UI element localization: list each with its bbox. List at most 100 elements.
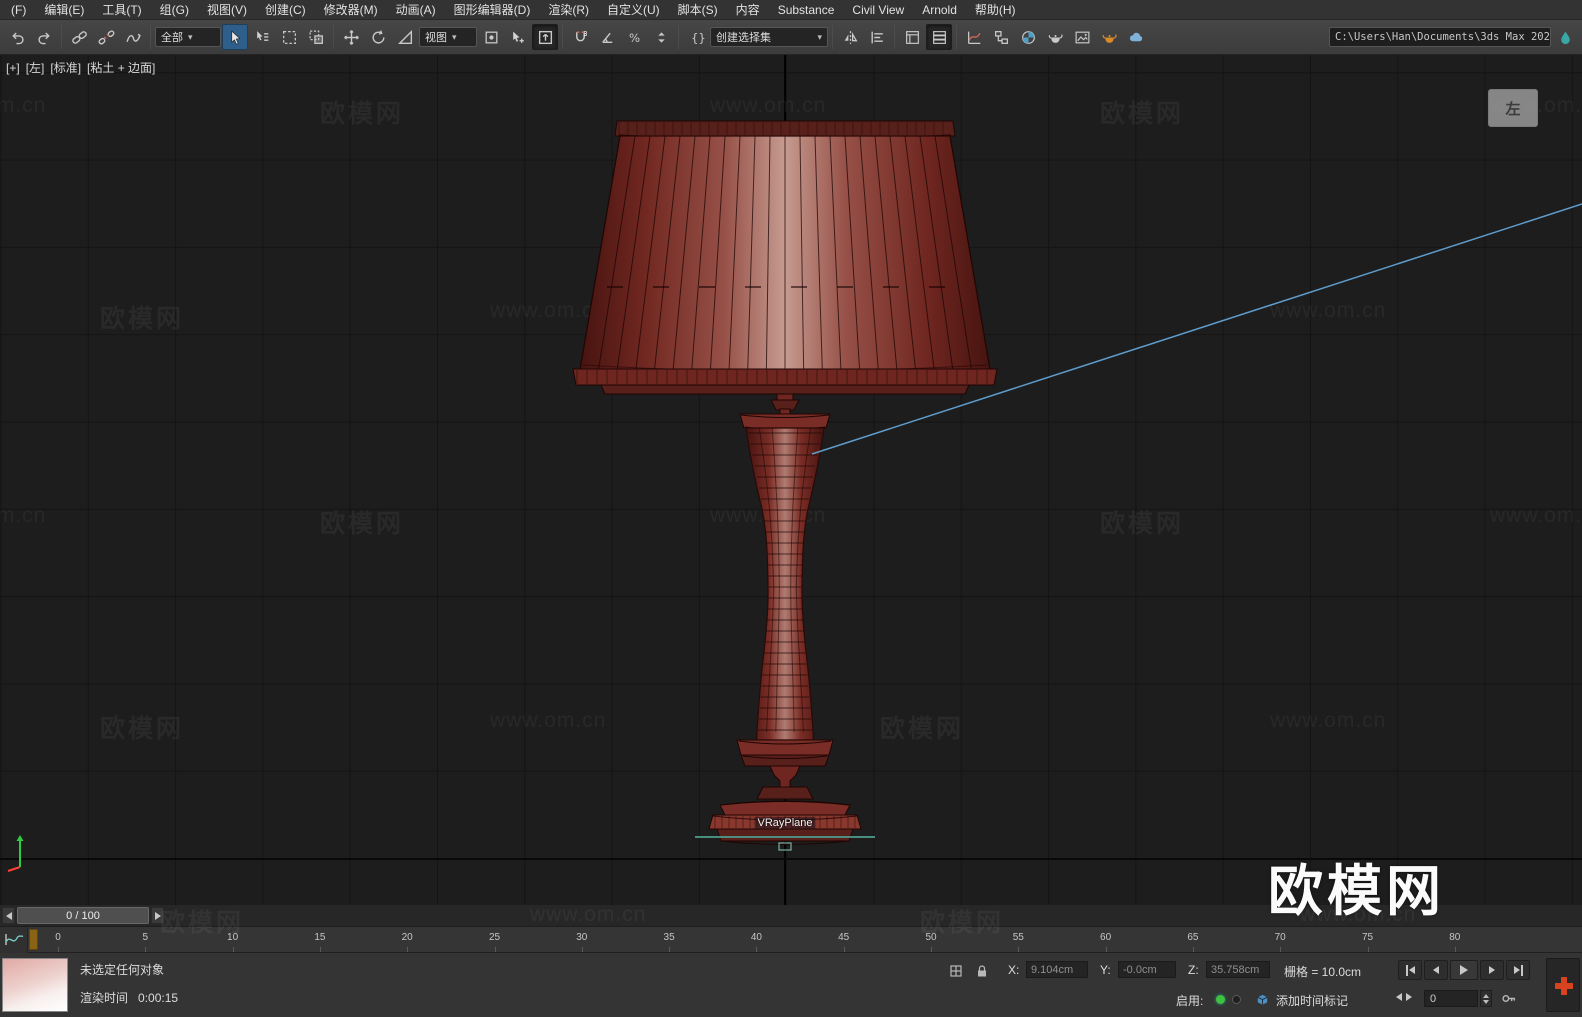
render-setup-icon[interactable] (1042, 24, 1068, 50)
previous-frame-button[interactable] (1424, 960, 1448, 980)
select-by-name-icon[interactable] (249, 24, 275, 50)
viewcube[interactable]: 左 (1488, 89, 1538, 127)
timeline-tick: 65 (1187, 932, 1199, 943)
time-slider-handle[interactable]: 0 / 100 (17, 907, 149, 924)
menu-item-12[interactable]: 内容 (727, 0, 769, 20)
select-and-rotate-icon[interactable] (365, 24, 391, 50)
enable-label: 启用: (1176, 994, 1204, 1008)
menu-item-8[interactable]: 图形编辑器(D) (445, 0, 540, 20)
add-time-tag-label[interactable]: 添加时间标记 (1276, 992, 1348, 1009)
goto-end-button[interactable] (1506, 960, 1530, 980)
object-name-label[interactable]: VRayPlane (754, 817, 816, 829)
mini-curve-editor-icon[interactable] (0, 927, 28, 953)
menu-item-15[interactable]: Arnold (913, 0, 966, 20)
curve-editor-icon[interactable] (961, 24, 987, 50)
status-bar: 未选定任何对象 渲染时间 0:00:15 X: 9.104cm Y: -0.0cm… (0, 953, 1582, 1017)
menu-item-11[interactable]: 脚本(S) (669, 0, 727, 20)
menu-item-2[interactable]: 工具(T) (93, 0, 150, 20)
named-selection-set-dropdown[interactable]: 创建选择集 ▾ (710, 27, 828, 47)
snaps-toggle-3d-icon[interactable]: 3 (567, 24, 593, 50)
menu-item-3[interactable]: 组(G) (151, 0, 198, 20)
material-editor-icon[interactable] (1015, 24, 1041, 50)
menu-item-4[interactable]: 视图(V) (198, 0, 256, 20)
render-time-value: 0:00:15 (138, 991, 179, 1005)
y-label: Y: (1100, 963, 1111, 977)
time-slider[interactable]: 0 / 100 (0, 905, 1582, 927)
menu-item-0[interactable]: (F) (2, 0, 35, 20)
bind-to-space-warp-icon[interactable] (120, 24, 146, 50)
select-and-link-icon[interactable] (66, 24, 92, 50)
time-tag-cube-icon[interactable] (1252, 990, 1272, 1010)
play-button[interactable] (1450, 960, 1478, 980)
frame-forward-arrow[interactable] (151, 907, 164, 924)
menu-item-7[interactable]: 动画(A) (387, 0, 445, 20)
x-coordinate-field[interactable]: 9.104cm (1026, 961, 1088, 978)
frame-back-arrow[interactable] (2, 907, 15, 924)
goto-start-button[interactable] (1398, 960, 1422, 980)
select-and-scale-icon[interactable] (392, 24, 418, 50)
timeline-tick: 45 (838, 932, 850, 943)
toggle-layer-explorer-icon[interactable] (926, 24, 952, 50)
timeline-tick: 10 (227, 932, 239, 943)
viewport[interactable]: www.om.cn欧模网www.om.cn欧模网www.om.cn欧模网www.… (0, 55, 1582, 905)
keyboard-shortcut-override-icon[interactable] (532, 24, 558, 50)
workspace-icon[interactable] (1552, 24, 1578, 50)
spinner-snap-icon[interactable] (648, 24, 674, 50)
menu-item-14[interactable]: Civil View (843, 0, 913, 20)
project-folder-dropdown[interactable]: C:\Users\Han\Documents\3ds Max 2022▾ (1329, 27, 1551, 47)
current-frame-field[interactable]: 0 (1424, 990, 1478, 1007)
edit-named-selection-sets-icon[interactable]: {} (683, 24, 709, 50)
frame-step-forward[interactable] (1406, 993, 1412, 1001)
schematic-view-icon[interactable] (988, 24, 1014, 50)
redo-icon[interactable] (31, 24, 57, 50)
timeline-tick: 60 (1100, 932, 1112, 943)
mirror-icon[interactable] (837, 24, 863, 50)
select-object-icon[interactable] (222, 24, 248, 50)
menu-item-9[interactable]: 渲染(R) (539, 0, 598, 20)
align-icon[interactable] (864, 24, 890, 50)
render-in-cloud-icon[interactable] (1123, 24, 1149, 50)
select-and-manipulate-icon[interactable] (505, 24, 531, 50)
absolute-mode-icon[interactable] (946, 961, 966, 981)
enable-on-indicator[interactable] (1216, 995, 1225, 1004)
menu-item-10[interactable]: 自定义(U) (598, 0, 669, 20)
timeline-tick: 75 (1361, 932, 1374, 943)
y-coordinate-field[interactable]: -0.0cm (1118, 961, 1176, 978)
percent-snap-icon[interactable]: % (621, 24, 647, 50)
viewport-menu-view[interactable]: [左] (26, 61, 45, 75)
z-coordinate-field[interactable]: 35.758cm (1206, 961, 1270, 978)
menu-item-13[interactable]: Substance (769, 0, 844, 20)
unlink-selection-icon[interactable] (93, 24, 119, 50)
menu-item-5[interactable]: 创建(C) (256, 0, 315, 20)
rendered-frame-window-icon[interactable] (1069, 24, 1095, 50)
add-button[interactable] (1546, 958, 1580, 1012)
window-crossing-icon[interactable] (303, 24, 329, 50)
menu-item-16[interactable]: 帮助(H) (966, 0, 1025, 20)
viewport-menu-shading[interactable]: [粘土 + 边面] (87, 61, 155, 75)
undo-icon[interactable] (4, 24, 30, 50)
rectangular-selection-region-icon[interactable] (276, 24, 302, 50)
frame-step-back[interactable] (1396, 993, 1402, 1001)
menu-item-6[interactable]: 修改器(M) (315, 0, 387, 20)
viewport-menu-plus[interactable]: [+] (6, 61, 20, 75)
selection-lock-icon[interactable] (972, 961, 992, 981)
viewport-menu-standard[interactable]: [标准] (50, 61, 81, 75)
timeline-ruler[interactable]: 0 5 10 15 20 25 30 35 40 45 50 55 60 65 70 75 80 (28, 927, 1582, 952)
frame-spinner[interactable] (1480, 990, 1492, 1007)
key-mode-icon[interactable] (1500, 990, 1517, 1012)
selection-filter-dropdown[interactable]: 全部 ▾ (155, 27, 221, 47)
next-frame-button[interactable] (1480, 960, 1504, 980)
enable-off-indicator[interactable] (1232, 995, 1241, 1004)
menu-bar: (F) 编辑(E) 工具(T) 组(G) 视图(V) 创建(C) 修改器(M) 动画(A) 图形… (0, 0, 1582, 20)
select-and-move-icon[interactable] (338, 24, 364, 50)
angle-snap-icon[interactable] (594, 24, 620, 50)
render-production-icon[interactable] (1096, 24, 1122, 50)
use-pivot-point-center-icon[interactable] (478, 24, 504, 50)
reference-coordsys-value: 视图 (425, 32, 447, 44)
menu-item-1[interactable]: 编辑(E) (35, 0, 93, 20)
toggle-scene-explorer-icon[interactable] (899, 24, 925, 50)
3ds-max-window: (F) 编辑(E) 工具(T) 组(G) 视图(V) 创建(C) 修改器(M) 动画(A) 图形… (0, 0, 1582, 1017)
reference-coordsys-dropdown[interactable]: 视图 ▾ (419, 27, 477, 47)
track-bar[interactable]: 0 5 10 15 20 25 30 35 40 45 50 55 60 65 70 75 80 (0, 927, 1582, 953)
selection-filter-value: 全部 (161, 32, 183, 44)
